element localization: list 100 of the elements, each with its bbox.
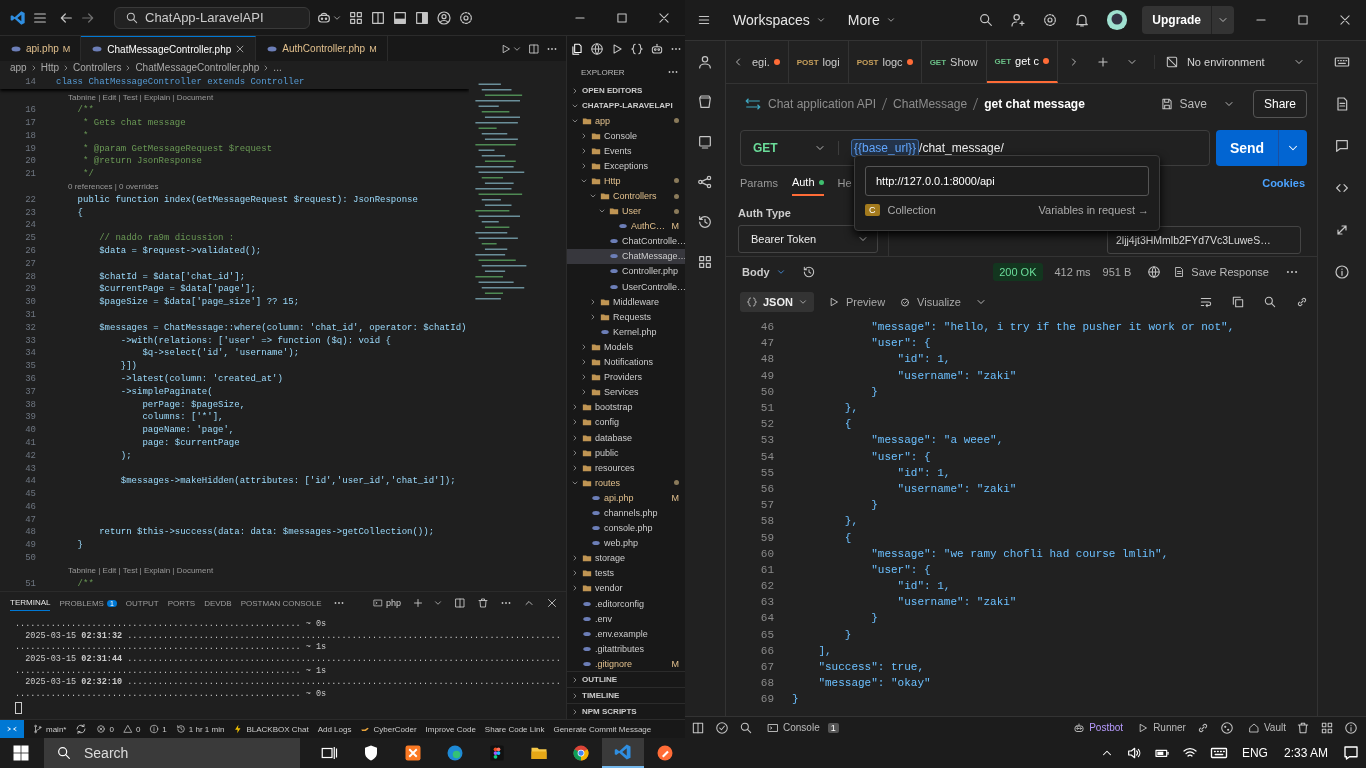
breadcrumb-item[interactable]: ChatMessageController.php: [135, 62, 260, 73]
file-tree-item[interactable]: api.php M: [567, 490, 685, 506]
file-tree-item[interactable]: channels.php: [567, 505, 685, 521]
panel-tab[interactable]: OUTPUT: [125, 595, 159, 611]
status-bar-item[interactable]: Improve Code: [425, 724, 476, 734]
breadcrumb-item[interactable]: app: [10, 62, 27, 73]
editor-tab[interactable]: AuthController.php M: [256, 36, 388, 61]
file-tree-item[interactable]: bootstrap: [567, 399, 685, 415]
explorer-section-header[interactable]: CHATAPP-LARAVELAPI: [567, 98, 685, 113]
file-tree-item[interactable]: app: [567, 113, 685, 129]
file-tree-item[interactable]: .gitignore M: [567, 656, 685, 671]
status-bar-item[interactable]: main*: [33, 724, 67, 734]
method-dropdown[interactable]: GET: [741, 141, 839, 155]
request-tab[interactable]: GET Show: [921, 41, 987, 83]
request-tab[interactable]: POST logc: [848, 41, 922, 83]
file-tree-item[interactable]: tests: [567, 565, 685, 581]
file-tree-item[interactable]: .editorconfig: [567, 596, 685, 612]
preview-button[interactable]: Preview: [827, 296, 886, 308]
status-bar-item[interactable]: 0: [96, 724, 114, 734]
file-tree-item[interactable]: AuthC… M: [567, 218, 685, 234]
file-tree-item[interactable]: Events: [567, 143, 685, 159]
upgrade-button[interactable]: Upgrade: [1142, 6, 1211, 34]
request-section-tab[interactable]: Auth: [791, 170, 824, 196]
variables-link[interactable]: Variables in request →: [1038, 204, 1149, 216]
save-response-button[interactable]: Save Response: [1173, 266, 1269, 278]
code-lens[interactable]: 0 references | 0 overrides: [56, 182, 159, 192]
file-tree-item[interactable]: Kernel.php: [567, 324, 685, 340]
status-bar-item[interactable]: 0: [122, 724, 141, 734]
request-tab[interactable]: GET get c: [986, 41, 1058, 83]
file-tree-item[interactable]: Console: [567, 128, 685, 144]
command-search-field[interactable]: ChatApp-LaravelAPI: [114, 6, 310, 29]
status-bar-item[interactable]: BLACKBOX Chat: [233, 724, 309, 734]
postbot-button[interactable]: Postbot: [1073, 721, 1124, 734]
vault-button[interactable]: Vault: [1247, 721, 1286, 734]
request-tab[interactable]: egi.: [744, 41, 789, 83]
breadcrumb-item[interactable]: ChatMessage: [893, 97, 968, 111]
request-section-tab[interactable]: Params: [740, 171, 778, 195]
file-tree-item[interactable]: .env.example: [567, 626, 685, 642]
cookies-link[interactable]: Cookies: [1262, 177, 1305, 189]
console-button[interactable]: Console: [767, 721, 820, 734]
taskbar-search-field[interactable]: Search: [44, 738, 300, 768]
clock[interactable]: 2:33 AM: [1283, 746, 1328, 760]
request-section-tab[interactable]: He: [837, 171, 852, 195]
file-tree-item[interactable]: Exceptions: [567, 158, 685, 174]
send-button[interactable]: Send: [1216, 130, 1278, 166]
status-bar-item[interactable]: 1: [149, 724, 167, 734]
status-bar-item[interactable]: Share Code Link: [484, 724, 545, 734]
file-tree-item[interactable]: User: [567, 203, 685, 219]
file-tree-item[interactable]: storage: [567, 550, 685, 566]
file-tree-item[interactable]: Controller.php: [567, 263, 685, 280]
file-tree-item[interactable]: Notifications: [567, 354, 685, 370]
language-indicator[interactable]: ENG: [1241, 746, 1268, 760]
format-dropdown[interactable]: JSON: [740, 292, 814, 312]
file-tree-item[interactable]: web.php: [567, 535, 685, 551]
file-tree-item[interactable]: routes: [567, 475, 685, 491]
file-tree-item[interactable]: Services: [567, 384, 685, 400]
code-lens[interactable]: Tabnine | Edit | Test | Explain | Document: [56, 566, 214, 576]
status-bar-item[interactable]: Add Logs: [317, 724, 352, 734]
breadcrumb-item[interactable]: Chat application API: [768, 97, 877, 111]
breadcrumb-item[interactable]: ...: [273, 62, 282, 73]
file-tree-item[interactable]: Middleware: [567, 294, 685, 310]
file-tree-item[interactable]: database: [567, 429, 685, 446]
visualize-button[interactable]: Visualize: [899, 296, 961, 308]
file-tree-item[interactable]: vendor: [567, 580, 685, 596]
file-tree-item[interactable]: .gitattributes: [567, 641, 685, 657]
file-tree-item[interactable]: console.php: [567, 520, 685, 536]
explorer-section-header[interactable]: OPEN EDITORS: [567, 83, 685, 98]
status-bar-item[interactable]: CyberCoder: [360, 724, 417, 734]
panel-tab[interactable]: TERMINAL: [10, 595, 51, 611]
file-tree-item[interactable]: ChatMessage…: [567, 248, 685, 264]
breadcrumb-item[interactable]: Controllers: [73, 62, 122, 73]
file-tree-item[interactable]: ChatControlle…: [567, 233, 685, 249]
panel-tab[interactable]: DEVDB: [204, 595, 232, 611]
file-tree-item[interactable]: config: [567, 414, 685, 430]
file-tree-item[interactable]: resources: [567, 460, 685, 476]
file-tree-item[interactable]: Providers: [567, 369, 685, 385]
share-button[interactable]: Share: [1252, 90, 1307, 118]
file-tree-item[interactable]: Controllers: [567, 188, 685, 204]
panel-tab[interactable]: POSTMAN CONSOLE: [240, 595, 322, 611]
variable-value-field[interactable]: http://127.0.0.1:8000/api: [865, 166, 1149, 196]
file-tree-item[interactable]: Requests: [567, 309, 685, 325]
file-tree-item[interactable]: .env: [567, 611, 685, 627]
file-tree-item[interactable]: UserControlle…: [567, 279, 685, 295]
more-menu[interactable]: More: [847, 12, 896, 28]
terminal-shell-selector[interactable]: php: [372, 598, 401, 608]
workspaces-menu[interactable]: Workspaces: [733, 12, 826, 28]
status-bar-item[interactable]: Generate Commit Message: [553, 724, 652, 734]
body-dropdown[interactable]: Body: [742, 266, 786, 278]
environment-selector[interactable]: No environment: [1153, 55, 1305, 69]
editor-tab[interactable]: ChatMessageController.php: [81, 36, 257, 61]
file-tree-item[interactable]: Models: [567, 339, 685, 355]
file-tree-item[interactable]: Http: [567, 173, 685, 189]
request-tab[interactable]: POST logi: [788, 41, 849, 83]
breadcrumb-item[interactable]: Http: [40, 62, 60, 73]
code-lens[interactable]: Tabnine | Edit | Test | Explain | Document: [56, 92, 214, 102]
file-tree-item[interactable]: public: [567, 445, 685, 461]
runner-button[interactable]: Runner: [1137, 721, 1186, 734]
panel-tab[interactable]: PORTS: [167, 595, 196, 611]
status-bar-item[interactable]: 1 hr 1 min: [175, 724, 225, 734]
save-button[interactable]: Save: [1159, 97, 1207, 111]
